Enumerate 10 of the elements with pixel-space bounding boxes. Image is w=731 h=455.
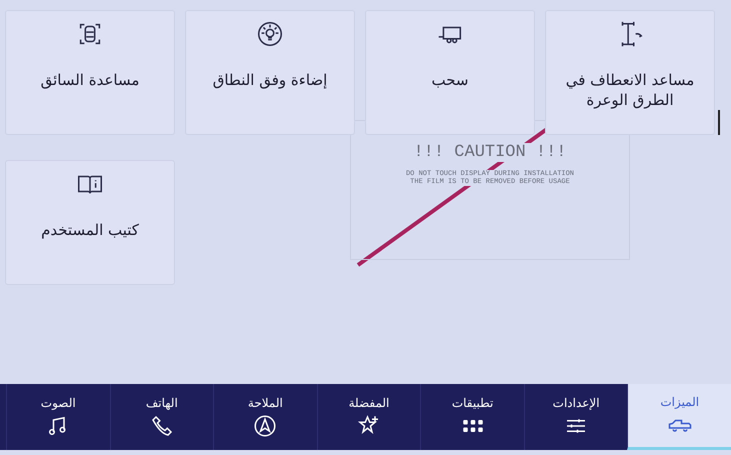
feature-tile[interactable]: سحب <box>365 10 535 135</box>
feature-tile[interactable]: مساعد الانعطاف في الطرق الوعرة <box>545 10 715 135</box>
feature-tile[interactable]: مساعدة السائق <box>5 10 175 135</box>
feature-tile[interactable]: كتيب المستخدم <box>5 160 175 285</box>
nav-tab[interactable]: الميزات <box>627 384 731 450</box>
lamp-icon <box>255 19 285 49</box>
navigation-icon <box>253 414 278 438</box>
phone-icon <box>150 414 174 438</box>
scrollbar[interactable] <box>718 110 720 135</box>
feature-tile[interactable]: إضاءة وفق النطاق <box>185 10 355 135</box>
